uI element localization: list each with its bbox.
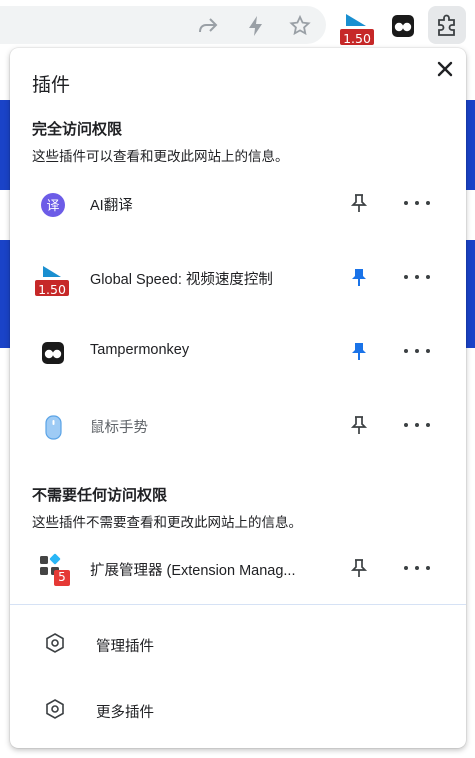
share-icon[interactable] xyxy=(196,14,220,38)
divider xyxy=(10,604,466,605)
extension-row-tampermonkey[interactable]: Tampermonkey xyxy=(10,326,466,376)
full-access-heading: 完全访问权限 xyxy=(32,121,123,138)
extension-manager-icon: 5 xyxy=(38,553,72,587)
page-banner xyxy=(0,240,10,348)
toolbar-global-speed-button[interactable]: 1.50 xyxy=(340,10,374,46)
puzzle-icon xyxy=(438,14,455,36)
close-icon[interactable] xyxy=(434,58,456,80)
page-banner xyxy=(466,100,475,190)
global-speed-icon: 1.50 xyxy=(34,262,70,298)
extension-name: 扩展管理器 (Extension Manag... xyxy=(90,563,296,579)
more-options-icon[interactable] xyxy=(400,266,434,288)
more-options-icon[interactable] xyxy=(400,192,434,214)
full-access-description: 这些插件可以查看和更改此网站上的信息。 xyxy=(32,149,289,164)
toolbar-tampermonkey-icon[interactable] xyxy=(391,14,415,38)
pinned-icon[interactable] xyxy=(348,340,370,362)
mouse-gesture-icon xyxy=(45,415,62,440)
more-options-icon[interactable] xyxy=(400,340,434,362)
no-access-description: 这些插件不需要查看和更改此网站上的信息。 xyxy=(32,515,302,530)
extension-row-mouse-gesture[interactable]: 鼠标手势 xyxy=(10,400,466,450)
more-extensions-button[interactable]: 更多插件 xyxy=(10,684,466,736)
extension-row-global-speed[interactable]: 1.50 Global Speed: 视频速度控制 xyxy=(10,252,466,302)
extension-name: AI翻译 xyxy=(90,198,133,214)
extension-badge-count: 5 xyxy=(58,570,66,584)
extension-settings-icon xyxy=(46,633,64,653)
svg-text:译: 译 xyxy=(46,199,59,214)
manage-extensions-button[interactable]: 管理插件 xyxy=(10,618,466,670)
more-extensions-label: 更多插件 xyxy=(96,705,154,721)
translate-icon: 译 xyxy=(41,193,65,217)
speed-badge-label: 1.50 xyxy=(343,31,371,46)
page-banner xyxy=(466,240,475,348)
popup-title: 插件 xyxy=(32,75,71,96)
page-banner xyxy=(0,100,10,190)
web-store-icon xyxy=(46,699,64,719)
extension-row-ai-translate[interactable]: 译 AI翻译 xyxy=(10,178,466,228)
no-access-heading: 不需要任何访问权限 xyxy=(32,487,168,504)
pinned-icon[interactable] xyxy=(348,266,370,288)
manage-extensions-label: 管理插件 xyxy=(96,639,154,655)
extensions-popup: 插件 完全访问权限 这些插件可以查看和更改此网站上的信息。 译 AI翻译 1.5… xyxy=(10,48,466,748)
tampermonkey-icon xyxy=(42,342,64,364)
extensions-menu-button[interactable] xyxy=(428,6,466,44)
pin-icon[interactable] xyxy=(348,192,370,214)
pin-icon[interactable] xyxy=(348,414,370,436)
more-options-icon[interactable] xyxy=(400,414,434,436)
more-options-icon[interactable] xyxy=(400,557,434,579)
bookmark-star-icon[interactable] xyxy=(288,14,312,38)
extension-row-extension-manager[interactable]: 5 扩展管理器 (Extension Manag... xyxy=(10,543,466,593)
pin-icon[interactable] xyxy=(348,557,370,579)
extension-name: 鼠标手势 xyxy=(90,420,148,436)
speed-badge-label: 1.50 xyxy=(38,282,66,297)
lightning-icon[interactable] xyxy=(244,14,268,38)
browser-toolbar: 1.50 xyxy=(0,0,475,50)
extension-name: Tampermonkey xyxy=(90,342,190,358)
extension-name: Global Speed: 视频速度控制 xyxy=(90,272,273,288)
address-bar[interactable] xyxy=(0,6,326,44)
